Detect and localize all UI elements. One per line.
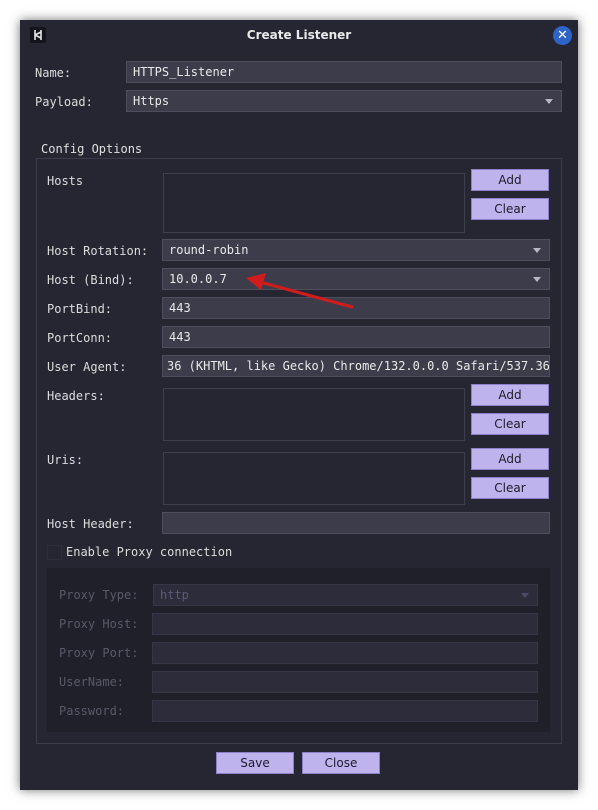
create-listener-dialog: Create Listener ✕ Name: HTTPS_Listener P…: [20, 20, 578, 790]
annotation-arrow-icon: [246, 273, 354, 309]
